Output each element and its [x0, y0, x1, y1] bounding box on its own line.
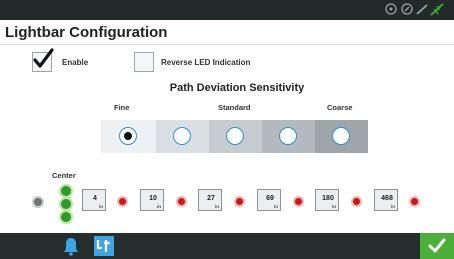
sensitivity-radio-5[interactable] [332, 127, 350, 145]
gps-guidance-icon [94, 236, 114, 256]
enable-label: Enable [62, 58, 89, 67]
distance-unit: in [332, 204, 336, 209]
distance-unit: in [391, 204, 395, 209]
sensitivity-radio-4[interactable] [279, 127, 297, 145]
distance-box-2[interactable]: 10 in [140, 189, 164, 211]
distance-value: 4 [93, 195, 97, 202]
satellite-icon [430, 2, 444, 21]
radio-selected-dot [124, 132, 132, 140]
distance-value: 10 [149, 195, 157, 202]
distance-unit: in [99, 204, 103, 209]
signal-icon [400, 2, 414, 21]
checkmark-icon [428, 238, 446, 253]
title-bar: Lightbar Configuration [0, 20, 454, 45]
sensitivity-radio-3[interactable] [226, 127, 244, 145]
checkmark-icon [33, 48, 54, 68]
distance-box-3[interactable]: 27 in [198, 189, 222, 211]
sensitivity-radio-1[interactable] [119, 127, 137, 145]
options-row: Enable Reverse LED Indication [0, 48, 454, 76]
distance-box-1[interactable]: 4 in [82, 189, 106, 211]
distance-unit: in [157, 204, 161, 209]
center-led-middle [59, 197, 73, 211]
alarm-bell-icon [64, 238, 78, 256]
center-led-top [59, 184, 73, 198]
distance-box-6[interactable]: 468 in [374, 189, 398, 211]
center-label: Center [52, 171, 76, 180]
led-red-6 [409, 196, 420, 207]
distance-box-4[interactable]: 69 in [257, 189, 281, 211]
bottom-bar [0, 233, 454, 259]
gps-icon [384, 2, 398, 21]
led-red-4 [293, 196, 304, 207]
distance-unit: in [274, 204, 278, 209]
led-off-indicator [32, 196, 44, 208]
page-title: Lightbar Configuration [5, 24, 168, 41]
distance-value: 180 [322, 195, 334, 202]
confirm-button[interactable] [420, 233, 454, 259]
distance-value: 69 [266, 195, 274, 202]
sensitivity-radio-2[interactable] [173, 127, 191, 145]
distance-unit: in [215, 204, 219, 209]
distance-value: 27 [207, 195, 215, 202]
sensitivity-title: Path Deviation Sensitivity [169, 82, 305, 94]
reverse-led-label: Reverse LED Indication [161, 58, 251, 67]
guidance-button[interactable] [92, 233, 116, 259]
wifi-icon [416, 2, 428, 21]
center-led-bottom [59, 210, 73, 224]
distance-value: 468 [381, 195, 393, 202]
enable-checkbox[interactable] [32, 48, 54, 72]
status-bar [0, 0, 454, 20]
led-red-2 [176, 196, 187, 207]
led-red-5 [351, 196, 362, 207]
alarm-button[interactable] [58, 233, 84, 259]
sensitivity-label-coarse: Coarse [327, 103, 353, 112]
status-icons [384, 2, 444, 21]
reverse-led-checkbox[interactable] [134, 52, 154, 72]
sensitivity-label-fine: Fine [114, 103, 130, 112]
sensitivity-label-standard: Standard [218, 103, 251, 112]
led-red-3 [234, 196, 245, 207]
led-red-1 [117, 196, 128, 207]
distance-box-5[interactable]: 180 in [315, 189, 339, 211]
